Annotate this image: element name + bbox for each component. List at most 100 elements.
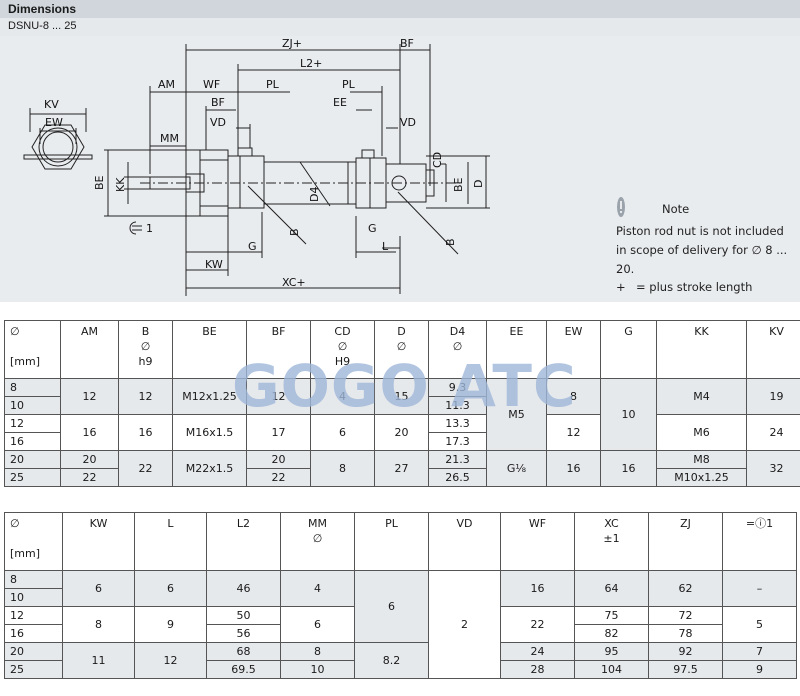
bf-cell: 17 (246, 414, 311, 451)
kv-cell: 19 (746, 378, 800, 415)
d4-cell: 26.5 (428, 468, 487, 487)
t1-header-g: G (600, 320, 657, 379)
size-cell: 16 (4, 624, 63, 643)
dim-cd-label: CD (431, 152, 444, 168)
l-cell: 6 (134, 570, 207, 607)
d4-cell: 21.3 (428, 450, 487, 469)
be-cell: M22x1.5 (172, 450, 247, 487)
thread-circle-outer (38, 127, 78, 167)
d4-cell: 11.3 (428, 396, 487, 415)
ew-cell: 8 (546, 378, 601, 415)
t1-header-d4: D4 ∅ (428, 320, 487, 379)
wf-cell: 28 (500, 660, 575, 679)
dim-xc-label: XC+ (282, 276, 306, 289)
l2-cell: 69.5 (206, 660, 281, 679)
kw-cell: 8 (62, 606, 135, 643)
t1-header-bf: BF (246, 320, 311, 379)
dim-pl-left-label: PL (266, 78, 280, 91)
mm-cell: 10 (280, 660, 355, 679)
t1-header-be: BE (172, 320, 247, 379)
dim-g-right-label: G (368, 222, 377, 235)
zj-cell: 92 (648, 642, 723, 661)
dim-zj-label: ZJ+ (282, 37, 302, 50)
size-cell: 12 (4, 606, 63, 625)
zj-cell: 78 (648, 624, 723, 643)
t1-header-ew: EW (546, 320, 601, 379)
kw-cell: 11 (62, 642, 135, 679)
xc-cell: 75 (574, 606, 649, 625)
ee-cell: G⅛ (486, 450, 547, 487)
spanner-cell: – (722, 570, 797, 607)
bf-cell: 20 (246, 450, 311, 469)
size-cell: 8 (4, 378, 61, 397)
air-port-front (237, 147, 253, 157)
table-row: 8 6 6 46 4 6 2 16 64 62 – (4, 570, 797, 679)
air-port-rear (361, 149, 375, 159)
am-cell: 22 (60, 468, 119, 487)
table-row: 20 11 12 68 8 8.2 24 95 92 7 (4, 642, 797, 679)
note-text: Piston rod nut is not included in scope … (616, 224, 788, 276)
xc-cell: 104 (574, 660, 649, 679)
cd-cell: 8 (310, 450, 375, 487)
t2-header-zj: ZJ (648, 512, 723, 571)
cd-cell: 6 (310, 414, 375, 451)
vd-cell: 2 (428, 570, 501, 679)
am-cell: 12 (60, 378, 119, 415)
pl-cell: 8.2 (354, 642, 429, 679)
dim-kw-label: KW (205, 258, 223, 271)
kk-cell: M4 (656, 378, 747, 415)
t2-header-size: ∅ [mm] (4, 512, 63, 571)
size-cell: 10 (4, 588, 63, 607)
size-cell: 25 (4, 468, 61, 487)
size-cell: 16 (4, 432, 61, 451)
t1-header-am: AM (60, 320, 119, 379)
t1-header-size: ∅ [mm] (4, 320, 61, 379)
kk-cell: M6 (656, 414, 747, 451)
xc-cell: 95 (574, 642, 649, 661)
t2-header-l2: L2 (206, 512, 281, 571)
dimensions-table-2: ∅ [mm] KW L L2 MM ∅ PL VD WF XC ±1 ZJ =ⓘ1 … (4, 512, 797, 679)
l2-cell: 56 (206, 624, 281, 643)
kv-cell: 32 (746, 450, 800, 487)
t1-header-d: D ∅ (374, 320, 429, 379)
zj-cell: 97.5 (648, 660, 723, 679)
dim-am-label: AM (158, 78, 175, 91)
dim-pl-right-label: PL (342, 78, 356, 91)
dim-b-right-label: B (444, 238, 457, 246)
dim-d4-label: D4 (308, 187, 321, 202)
table-row: 12 16 16 M16x1.5 17 6 20 13.3 12 M6 24 (4, 414, 800, 451)
t2-header-mm: MM ∅ (280, 512, 355, 571)
am-cell: 20 (60, 450, 119, 469)
t1-header-b: B ∅ h9 (118, 320, 173, 379)
spanner-cell: 7 (722, 642, 797, 661)
zj-cell: 62 (648, 570, 723, 607)
dim-kk-label: KK (114, 177, 127, 192)
note-icon (617, 197, 625, 217)
t2-header-spanner: =ⓘ1 (722, 512, 797, 571)
dim-wf-label: WF (203, 78, 220, 91)
l2-cell: 46 (206, 570, 281, 607)
cd-cell: 4 (310, 378, 375, 415)
dim-bf-right-label: BF (400, 37, 414, 50)
ew-cell: 16 (546, 450, 601, 487)
xc-cell: 64 (574, 570, 649, 607)
wf-cell: 22 (500, 606, 575, 643)
l-cell: 12 (134, 642, 207, 679)
dimensions-table-1: ∅ [mm] AM B ∅ h9 BE BF CD ∅ H9 D ∅ D4 ∅ EE EW … (4, 320, 800, 487)
t1-header-cd: CD ∅ H9 (310, 320, 375, 379)
table-row: 8 12 12 M12x1.25 12 4 15 9.3 M5 8 10 M4 … (4, 378, 800, 451)
dim-vd-left-label: VD (210, 116, 226, 129)
be-cell: M16x1.5 (172, 414, 247, 451)
g-cell: 16 (600, 450, 657, 487)
mounting-flat (23, 154, 93, 160)
dim-be-right-label: BE (452, 177, 465, 192)
am-cell: 16 (60, 414, 119, 451)
d4-cell: 13.3 (428, 414, 487, 433)
dim-vd-right-label: VD (400, 116, 416, 129)
dim-ew-label: EW (45, 116, 63, 129)
bf-cell: 12 (246, 378, 311, 415)
b-cell: 12 (118, 378, 173, 415)
size-cell: 20 (4, 642, 63, 661)
t1-header-kv: KV (746, 320, 800, 379)
ee-cell: M5 (486, 378, 547, 451)
